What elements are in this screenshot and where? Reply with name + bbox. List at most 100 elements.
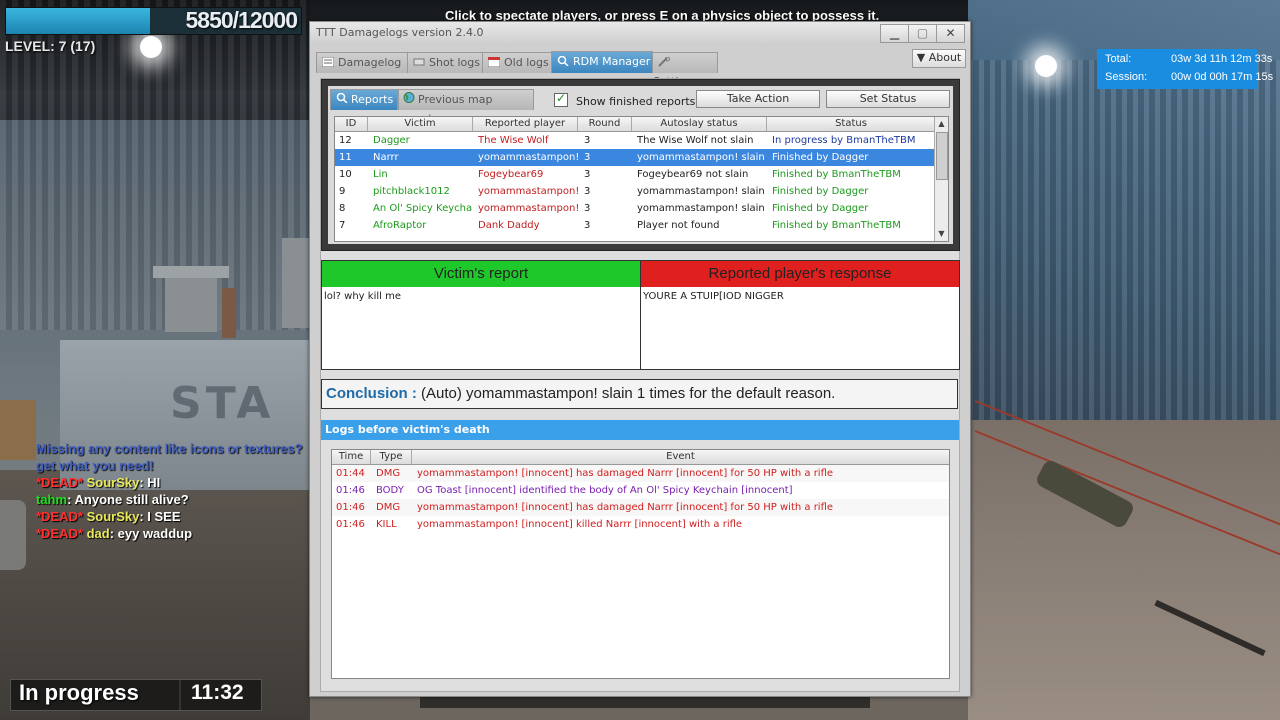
window-title: TTT Damagelogs version 2.4.0: [316, 26, 484, 39]
window-titlebar[interactable]: TTT Damagelogs version 2.4.0 ▁ ▢ ✕: [310, 22, 970, 44]
log-row[interactable]: 01:46 KILL yomammastampon! [innocent] kill…: [332, 516, 949, 533]
tab-label: Old logs: [504, 56, 549, 69]
table-cell-victim: Dagger: [373, 135, 410, 146]
response-text: YOURE A STUIP[IOD NIGGER: [643, 291, 784, 302]
log-cell-event: yomammastampon! [innocent] has damaged N…: [417, 468, 834, 479]
about-button[interactable]: ▼ About: [912, 49, 966, 68]
table-cell-reported: yomammastampon!: [478, 186, 578, 197]
rdm-manager-panel: Reports Previous map reports Show finish…: [320, 78, 960, 692]
table-cell-status: In progress by BmanTheTBM: [772, 135, 916, 146]
tab-label: Damagelog: [338, 56, 402, 69]
maximize-button[interactable]: ▢: [908, 24, 937, 43]
wrench-icon: [658, 54, 670, 67]
column-header[interactable]: Time: [332, 450, 371, 464]
set-status-button[interactable]: Set Status: [826, 90, 950, 108]
table-row[interactable]: 7 AfroRaptor Dank Daddy 3 Player not found Fi…: [335, 217, 935, 234]
table-cell-id: 7: [339, 220, 346, 231]
magnifier-icon: [557, 53, 569, 67]
right-wall-panels: [968, 60, 1280, 420]
show-finished-toggle[interactable]: Show finished reports: [554, 91, 695, 108]
crate-text: STA: [170, 378, 275, 429]
tab-old-logs[interactable]: Old logs: [482, 52, 552, 73]
log-cell-time: 01:44: [336, 468, 365, 479]
subtab-reports[interactable]: Reports: [330, 89, 398, 110]
dead-tag: *DEAD*: [36, 526, 87, 541]
pipe: [222, 288, 236, 338]
table-cell-round: 3: [584, 203, 591, 214]
chat-player-name: dad: [86, 526, 110, 541]
magnifier-icon: [336, 90, 348, 109]
scroll-down-icon[interactable]: ▼: [935, 227, 948, 241]
table-row[interactable]: 11 Narrr yomammastampon! 3 yomammastampon! s…: [335, 149, 935, 166]
scroll-up-icon[interactable]: ▲: [935, 117, 948, 131]
table-cell-id: 9: [339, 186, 346, 197]
minimize-button[interactable]: ▁: [880, 24, 909, 43]
table-row[interactable]: 10 Lin Fogeybear69 3 Fogeybear69 not slain Fi…: [335, 166, 935, 183]
ceiling-light: [140, 36, 162, 58]
table-cell-autoslay: Player not found: [637, 220, 720, 231]
list-icon: [321, 54, 335, 68]
table-cell-autoslay: yomammastampon! slain 1 times: [637, 203, 767, 214]
bullet-icon: [413, 54, 425, 66]
tab-shot-logs[interactable]: Shot logs: [407, 52, 483, 73]
tab-label: Shot logs: [429, 56, 480, 69]
logs-table: Time Type Event 01:44 DMG yomammastampon! …: [331, 449, 950, 679]
subtab-previous-map-reports[interactable]: Previous map reports: [398, 89, 534, 125]
chat-message: : eyy waddup: [109, 526, 193, 541]
log-cell-type: KILL: [376, 519, 397, 530]
table-row[interactable]: 12 Dagger The Wise Wolf 3 The Wise Wolf not …: [335, 132, 935, 149]
chat-line: *DEAD* SourSky: HI: [36, 474, 303, 491]
scrollbar-thumb[interactable]: [936, 132, 948, 180]
victim-report-header: Victim's report: [322, 261, 640, 287]
session-row: Session: 00w 0d 00h 17m 15s: [1105, 71, 1273, 83]
chevron-down-icon: ▼: [916, 51, 926, 64]
round-state: In progress: [19, 680, 139, 705]
tab-rdm-manager[interactable]: RDM Manager: [551, 51, 653, 73]
log-row[interactable]: 01:44 DMG yomammastampon! [innocent] has d…: [332, 465, 949, 482]
globe-icon: [403, 90, 415, 109]
column-header[interactable]: Status: [767, 117, 935, 131]
close-button[interactable]: ✕: [936, 24, 965, 43]
show-finished-checkbox[interactable]: [554, 91, 568, 107]
table-cell-victim: An Ol' Spicy Keychain: [373, 203, 473, 214]
table-cell-autoslay: yomammastampon! slain 1 times: [637, 186, 767, 197]
ceiling-light: [1035, 55, 1057, 77]
column-header[interactable]: Victim: [368, 117, 473, 131]
table-row[interactable]: 8 An Ol' Spicy Keychain yomammastampon! 3 yo…: [335, 200, 935, 217]
level-text: LEVEL: 7 (17): [5, 38, 96, 54]
log-row[interactable]: 01:46 BODY OG Toast [innocent] identified …: [332, 482, 949, 499]
conclusion-box: Conclusion : (Auto) yomammastampon! slai…: [321, 379, 958, 409]
table-cell-status: Finished by BmanTheTBM: [772, 220, 901, 231]
table-cell-autoslay: yomammastampon! slain 1 times: [637, 152, 767, 163]
tab-settings[interactable]: Settings: [652, 52, 718, 88]
column-header[interactable]: Autoslay status: [632, 117, 767, 131]
table-row[interactable]: 9 pitchblack1012 yomammastampon! 3 yomammast…: [335, 183, 935, 200]
table-cell-id: 10: [339, 169, 352, 180]
column-header[interactable]: Round: [578, 117, 632, 131]
table-cell-reported: Dank Daddy: [478, 220, 540, 231]
take-action-button[interactable]: Take Action: [696, 90, 820, 108]
chat-message: Missing any content like icons or textur…: [36, 441, 303, 456]
column-header[interactable]: Reported player: [473, 117, 578, 131]
chat-message: : HI: [139, 475, 161, 490]
column-header[interactable]: Event: [412, 450, 949, 464]
divider: [179, 680, 181, 710]
session-value: 00w 0d 00h 17m 15s: [1171, 71, 1274, 83]
log-cell-event: OG Toast [innocent] identified the body …: [417, 485, 793, 496]
column-header[interactable]: Type: [371, 450, 412, 464]
table-cell-status: Finished by Dagger: [772, 203, 869, 214]
chat-player-name: tahm: [36, 492, 68, 507]
table-cell-round: 3: [584, 152, 591, 163]
log-row[interactable]: 01:46 DMG yomammastampon! [innocent] has d…: [332, 499, 949, 516]
table-cell-reported: Fogeybear69: [478, 169, 544, 180]
log-cell-event: yomammastampon! [innocent] has damaged N…: [417, 502, 834, 513]
conclusion-label: Conclusion :: [326, 385, 417, 402]
tab-damagelog[interactable]: Damagelog: [316, 52, 408, 73]
column-header[interactable]: ID: [335, 117, 368, 131]
report-statements: Victim's report Reported player's respon…: [321, 260, 960, 370]
playtime-box: Total: 03w 3d 11h 12m 33s Session: 00w 0…: [1097, 49, 1273, 89]
table-cell-reported: The Wise Wolf: [478, 135, 549, 146]
logs-header: Logs before victim's death: [321, 420, 959, 440]
total-value: 03w 3d 11h 12m 33s: [1171, 53, 1273, 65]
reports-scrollbar[interactable]: ▲ ▼: [934, 117, 948, 241]
